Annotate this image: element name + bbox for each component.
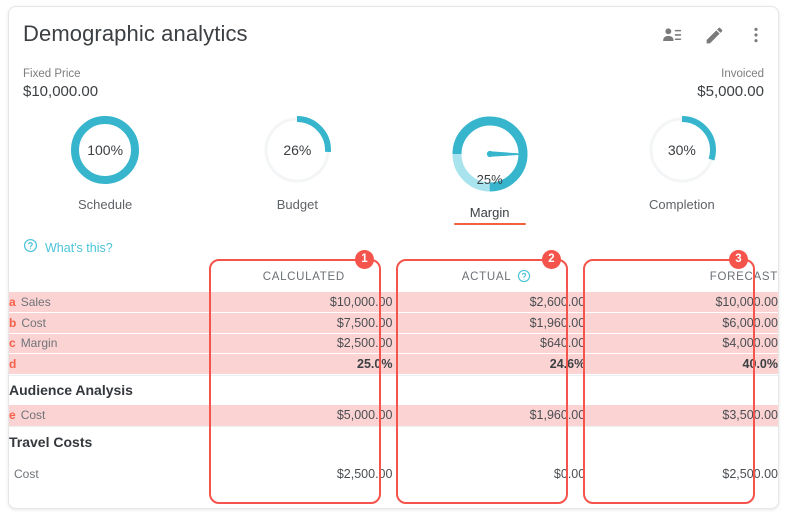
invoiced-block: Invoiced $5,000.00: [697, 67, 764, 102]
gauge-schedule[interactable]: 100% Schedule: [9, 113, 201, 225]
help-circle-icon: [23, 238, 38, 258]
row-label-b: b Cost: [9, 312, 216, 334]
row-key-e: e: [9, 408, 16, 423]
header-actions: [660, 23, 768, 47]
more-vert-icon[interactable]: [744, 23, 768, 47]
budget-percent: 26%: [283, 142, 312, 158]
cell-travel-calculated: $2,500.00: [336, 466, 393, 481]
cell-d-actual: 24.6%: [407, 353, 586, 374]
gauge-label-schedule: Schedule: [78, 197, 133, 212]
cell-a-actual: $2,600.00: [407, 292, 586, 313]
gauge-label-completion: Completion: [648, 197, 715, 212]
badge-3: 3: [729, 250, 748, 269]
badge-2: 2: [542, 250, 561, 269]
cell-b-calculated: $7,500.00: [215, 312, 393, 334]
completion-percent: 30%: [667, 142, 696, 158]
cell-d-calculated: 25.0%: [215, 353, 393, 374]
cell-travel-forecast: $2,500.00: [722, 466, 778, 481]
budget-ring-chart: 26%: [260, 113, 334, 187]
row-name-b: Cost: [21, 315, 47, 330]
cell-e-forecast: $3,500.00: [600, 405, 778, 426]
badge-1: 1: [355, 250, 374, 269]
cell-a-calculated: $10,000.00: [215, 292, 393, 313]
gauge-margin[interactable]: 25% Margin: [394, 113, 586, 225]
analytics-card: Demographic analytics Fixed Price $10,00…: [8, 6, 779, 509]
cell-c-calculated: $2,500.00: [215, 333, 393, 354]
gauge-label-margin: Margin: [469, 205, 510, 220]
fixed-price-block: Fixed Price $10,000.00: [23, 67, 98, 102]
section-header-row: Audience Analysis: [9, 375, 778, 405]
table-row: b Cost $7,500.00 $1,960.00 $6,000.00: [9, 312, 778, 334]
section-header-row: Travel Costs: [9, 426, 778, 457]
completion-ring-chart: 30%: [645, 113, 719, 187]
contact-list-icon[interactable]: [660, 23, 684, 47]
gauge-budget[interactable]: 26% Budget: [201, 113, 393, 225]
schedule-ring-chart: 100%: [68, 113, 142, 187]
row-key-c: c: [9, 336, 16, 351]
financials-table-wrap: CALCULATED ACTUAL FORECAST a Sales $10,0…: [9, 262, 778, 491]
financials-table: CALCULATED ACTUAL FORECAST a Sales $10,0…: [9, 262, 778, 491]
row-key-d: d: [9, 357, 17, 371]
invoiced-label: Invoiced: [721, 68, 764, 80]
cell-d-forecast: 40.0%: [600, 353, 778, 374]
row-key-b: b: [9, 315, 17, 330]
fixed-price-value: $10,000.00: [23, 83, 99, 100]
row-name-e: Cost: [20, 408, 46, 423]
cell-c-forecast: $4,000.00: [600, 333, 778, 354]
row-label-d: d: [9, 353, 216, 374]
schedule-percent: 100%: [87, 142, 124, 158]
cell-a-forecast: $10,000.00: [600, 292, 778, 313]
margin-percent: 25%: [476, 172, 503, 187]
margin-gauge-chart: 25%: [449, 113, 531, 195]
cell-travel-actual: $0.00: [553, 466, 586, 481]
table-row: a Sales $10,000.00 $2,600.00 $10,000.00: [9, 292, 778, 313]
column-header-actual: ACTUAL: [461, 271, 512, 283]
gauge-label-budget: Budget: [276, 197, 318, 212]
row-label-travel-cost: Cost: [9, 457, 215, 491]
row-name-travel: Cost: [14, 466, 39, 481]
cell-e-calculated: $5,000.00: [215, 405, 393, 426]
table-row: e Cost $5,000.00 $1,960.00 $3,500.00: [9, 405, 778, 426]
row-label-c: c Margin: [9, 333, 216, 354]
row-label-a: a Sales: [9, 292, 216, 313]
edit-pencil-icon[interactable]: [702, 23, 726, 47]
actual-help-circle-icon[interactable]: [517, 269, 531, 286]
cell-b-forecast: $6,000.00: [600, 312, 778, 334]
header-blank-cell: [9, 262, 215, 292]
cell-b-actual: $1,960.00: [407, 312, 586, 334]
table-row: d 25.0% 24.6% 40.0%: [9, 353, 778, 374]
invoiced-value: $5,000.00: [697, 83, 764, 100]
gauge-selected-underline: [453, 223, 526, 225]
gauge-completion[interactable]: 30% Completion: [586, 113, 778, 225]
section-title-travel-costs: Travel Costs: [9, 426, 216, 457]
row-key-a: a: [9, 295, 16, 309]
column-header-actual-wrap[interactable]: ACTUAL: [408, 262, 585, 292]
row-label-e: e Cost: [9, 405, 216, 426]
whats-this-link[interactable]: What's this?: [23, 238, 113, 258]
cell-c-actual: $640.00: [407, 333, 586, 354]
table-header-row: CALCULATED ACTUAL FORECAST: [9, 262, 778, 292]
table-row: Cost $2,500.00 $0.00 $2,500.00: [9, 457, 778, 491]
card-header: Demographic analytics: [9, 7, 778, 63]
whats-this-label: What's this?: [45, 241, 113, 255]
cell-e-actual: $1,960.00: [407, 405, 586, 426]
kpi-gauges: 100% Schedule 26% Budget 25% Margin 30% …: [9, 113, 778, 225]
table-row: c Margin $2,500.00 $640.00 $4,000.00: [9, 333, 778, 354]
section-title-audience-analysis: Audience Analysis: [9, 375, 216, 405]
column-header-forecast[interactable]: FORECAST: [601, 262, 778, 292]
row-name-a: Sales: [20, 295, 51, 309]
row-name-c: Margin: [20, 336, 58, 351]
page-title: Demographic analytics: [23, 21, 248, 46]
fixed-price-label: Fixed Price: [23, 68, 81, 80]
